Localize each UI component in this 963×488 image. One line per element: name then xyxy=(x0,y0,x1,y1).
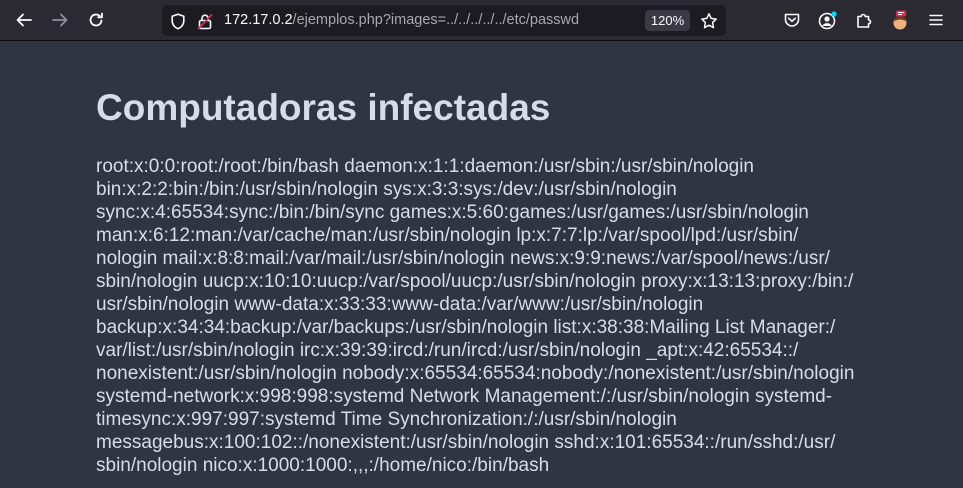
url-field[interactable]: 172.17.0.2/ejemplos.php?images=../../../… xyxy=(224,12,579,29)
shield-icon[interactable] xyxy=(168,11,188,31)
extensions-button[interactable] xyxy=(850,6,878,34)
broken-lock-icon[interactable] xyxy=(195,11,215,31)
passwd-line: usr/sbin/nologin www-data:x:33:33:www-da… xyxy=(96,294,704,315)
account-button[interactable] xyxy=(814,6,842,34)
account-icon xyxy=(817,10,839,30)
passwd-line: bin:x:2:2:bin:/bin:/usr/sbin/nologin sys… xyxy=(96,179,677,200)
arrow-right-icon xyxy=(51,11,69,29)
reload-button[interactable] xyxy=(82,6,110,34)
passwd-line: timesync:x:997:997:systemd Time Synchron… xyxy=(96,409,677,430)
arrow-left-icon xyxy=(15,11,33,29)
passwd-output: root:x:0:0:root:/root:/bin/bash daemon:x… xyxy=(96,155,876,477)
star-icon[interactable] xyxy=(699,11,719,31)
pocket-icon xyxy=(783,11,801,29)
passwd-line: man:x:6:12:man:/var/cache/man:/usr/sbin/… xyxy=(96,225,799,246)
passwd-line: nonexistent:/usr/sbin/nologin nobody:x:6… xyxy=(96,363,855,384)
menu-button[interactable] xyxy=(922,6,950,34)
url-path: /ejemplos.php?images=../../../../../etc/… xyxy=(292,12,580,28)
passwd-line: backup:x:34:34:backup:/var/backups:/usr/… xyxy=(96,317,836,338)
passwd-line: sbin/nologin uucp:x:10:10:uucp:/var/spoo… xyxy=(96,271,854,292)
puzzle-icon xyxy=(855,11,873,29)
passwd-line: messagebus:x:100:102::/nonexistent:/usr/… xyxy=(96,432,836,453)
hamburger-menu-icon xyxy=(928,13,944,27)
back-button[interactable] xyxy=(10,6,38,34)
page-content: Computadoras infectadas root:x:0:0:root:… xyxy=(0,41,963,488)
profile-avatar-icon xyxy=(890,9,910,31)
pocket-button[interactable] xyxy=(778,6,806,34)
forward-button[interactable] xyxy=(46,6,74,34)
browser-toolbar: 172.17.0.2/ejemplos.php?images=../../../… xyxy=(0,0,963,41)
profile-button[interactable] xyxy=(886,6,914,34)
page-title: Computadoras infectadas xyxy=(96,87,551,128)
passwd-line: sbin/nologin nico:x:1000:1000:,,,:/home/… xyxy=(96,455,550,476)
passwd-line: systemd-network:x:998:998:systemd Networ… xyxy=(96,386,833,407)
address-bar[interactable]: 172.17.0.2/ejemplos.php?images=../../../… xyxy=(162,5,726,36)
reload-icon xyxy=(87,11,105,29)
zoom-level-badge[interactable]: 120% xyxy=(645,10,690,31)
passwd-line: nologin mail:x:8:8:mail:/var/mail:/usr/s… xyxy=(96,248,830,269)
url-host: 172.17.0.2 xyxy=(224,12,293,28)
passwd-line: root:x:0:0:root:/root:/bin/bash daemon:x… xyxy=(96,156,754,177)
passwd-line: var/list:/usr/sbin/nologin irc:x:39:39:i… xyxy=(96,340,799,361)
passwd-line: sync:x:4:65534:sync:/bin:/bin/sync games… xyxy=(96,202,809,223)
